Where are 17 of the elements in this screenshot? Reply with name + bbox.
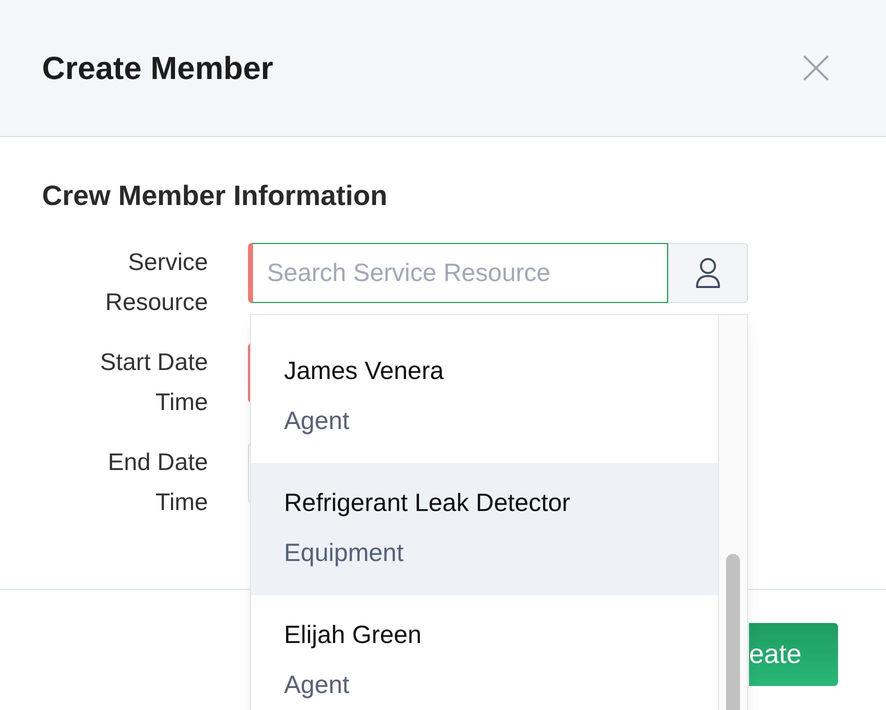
field-label: Start Date Time (98, 348, 208, 418)
field-label: End Date Time (106, 448, 208, 518)
option-name: Refrigerant Leak Detector (284, 488, 572, 519)
input-field[interactable]: Search Service Resource (248, 243, 668, 303)
dialog-title: Create Member (42, 49, 274, 88)
option-type: Agent (284, 670, 350, 701)
option-name: Elijah Green (284, 620, 423, 651)
field-label: Service Resource (104, 248, 208, 318)
option-type: Agent (284, 406, 350, 437)
scrollbar-thumb[interactable] (726, 554, 740, 710)
user-lookup-button[interactable] (668, 243, 748, 303)
user-icon (694, 257, 722, 289)
dropdown-option[interactable]: Refrigerant Leak Detector Equipment (251, 463, 718, 595)
section-title: Crew Member Information (41, 179, 388, 213)
option-type: Equipment (284, 538, 405, 569)
close-icon (802, 54, 830, 82)
option-name: James Venera (284, 356, 445, 387)
